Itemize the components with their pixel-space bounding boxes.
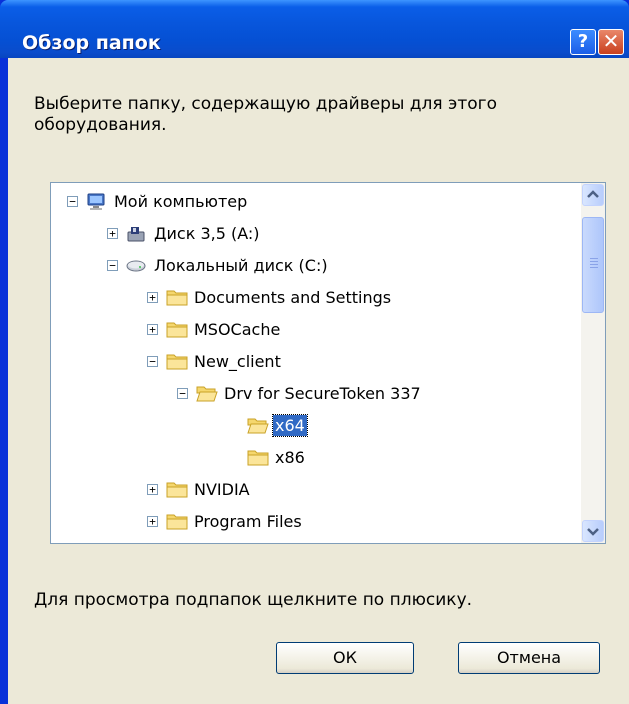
help-button[interactable]: ? — [570, 29, 596, 55]
folder-icon — [166, 352, 188, 370]
expand-icon[interactable]: + — [147, 323, 158, 335]
tree-item-label: Program Files — [194, 511, 302, 531]
tree-item-nvidia[interactable]: + NVIDIA — [147, 475, 252, 503]
tree-item-x64[interactable]: x64 — [247, 411, 308, 439]
tree-item-label: New_client — [194, 351, 281, 371]
hint-text: Для просмотра подпапок щелкните по плюси… — [34, 590, 473, 610]
tree-item-msocache[interactable]: + MSOCache — [147, 315, 282, 343]
folder-icon — [166, 320, 188, 338]
tree-item-label: Диск 3,5 (A:) — [154, 223, 260, 243]
grip-line — [590, 267, 598, 268]
expand-icon[interactable]: + — [147, 515, 158, 527]
instruction-text: Выберите папку, содержащую драйверы для … — [34, 94, 498, 135]
tree-item-label: Мой компьютер — [114, 191, 248, 211]
close-button[interactable]: ✕ — [598, 29, 624, 55]
tree-item-new-client[interactable]: − New_client — [147, 347, 283, 375]
tree-item-label: Documents and Settings — [194, 287, 392, 307]
tree-item-x86[interactable]: x86 — [247, 443, 307, 471]
cancel-button[interactable]: Отмена — [458, 642, 600, 674]
dialog-body: Выберите папку, содержащую драйверы для … — [8, 58, 629, 704]
tree-item-documents-and-settings[interactable]: + Documents and Settings — [147, 283, 393, 311]
folder-icon — [166, 512, 188, 530]
expand-icon[interactable]: + — [107, 227, 118, 239]
folder-open-icon — [196, 384, 218, 402]
tree-item-label: Локальный диск (C:) — [154, 255, 328, 275]
expand-icon[interactable]: + — [147, 291, 158, 303]
tree-item-program-files[interactable]: + Program Files — [147, 507, 304, 535]
hard-drive-icon — [126, 256, 146, 274]
grip-line — [590, 261, 598, 262]
folder-tree[interactable]: − Мой компьютер + Диск 3,5 (A:) − Локаль… — [50, 182, 606, 544]
grip-line — [590, 264, 598, 265]
vertical-scrollbar[interactable] — [581, 183, 605, 543]
ok-button[interactable]: ОК — [276, 642, 414, 674]
chevron-up-icon — [587, 190, 599, 198]
browse-folders-dialog: Обзор папок ? ✕ Выберите папку, содержащ… — [0, 0, 629, 704]
tree-item-local-disk-c[interactable]: − Локальный диск (C:) — [107, 251, 330, 279]
folder-icon — [247, 448, 269, 466]
tree-item-drv-securetoken[interactable]: − Drv for SecureToken 337 — [177, 379, 423, 407]
tree-item-label: x64 — [272, 413, 308, 437]
title-bar[interactable]: Обзор папок ? ✕ — [0, 0, 629, 58]
expand-icon[interactable]: + — [147, 483, 158, 495]
tree-item-label: x86 — [275, 447, 305, 467]
folder-icon — [166, 288, 188, 306]
tree-item-label: NVIDIA — [194, 479, 250, 499]
collapse-icon[interactable]: − — [67, 195, 78, 207]
folder-icon — [166, 480, 188, 498]
floppy-icon — [126, 224, 146, 242]
scroll-up-button[interactable] — [582, 184, 604, 206]
tree-item-floppy[interactable]: + Диск 3,5 (A:) — [107, 219, 262, 247]
dialog-title: Обзор папок — [22, 32, 161, 54]
tree-item-label: MSOCache — [194, 319, 281, 339]
collapse-icon[interactable]: − — [177, 387, 188, 399]
chevron-down-icon — [587, 528, 599, 536]
folder-open-icon — [247, 416, 269, 434]
scroll-down-button[interactable] — [582, 520, 604, 542]
computer-icon — [86, 192, 106, 210]
grip-line — [590, 258, 598, 259]
collapse-icon[interactable]: − — [147, 355, 158, 367]
tree-item-my-computer[interactable]: − Мой компьютер — [67, 187, 249, 215]
tree-item-label: Drv for SecureToken 337 — [224, 383, 421, 403]
scroll-thumb[interactable] — [582, 217, 604, 313]
collapse-icon[interactable]: − — [107, 259, 118, 271]
